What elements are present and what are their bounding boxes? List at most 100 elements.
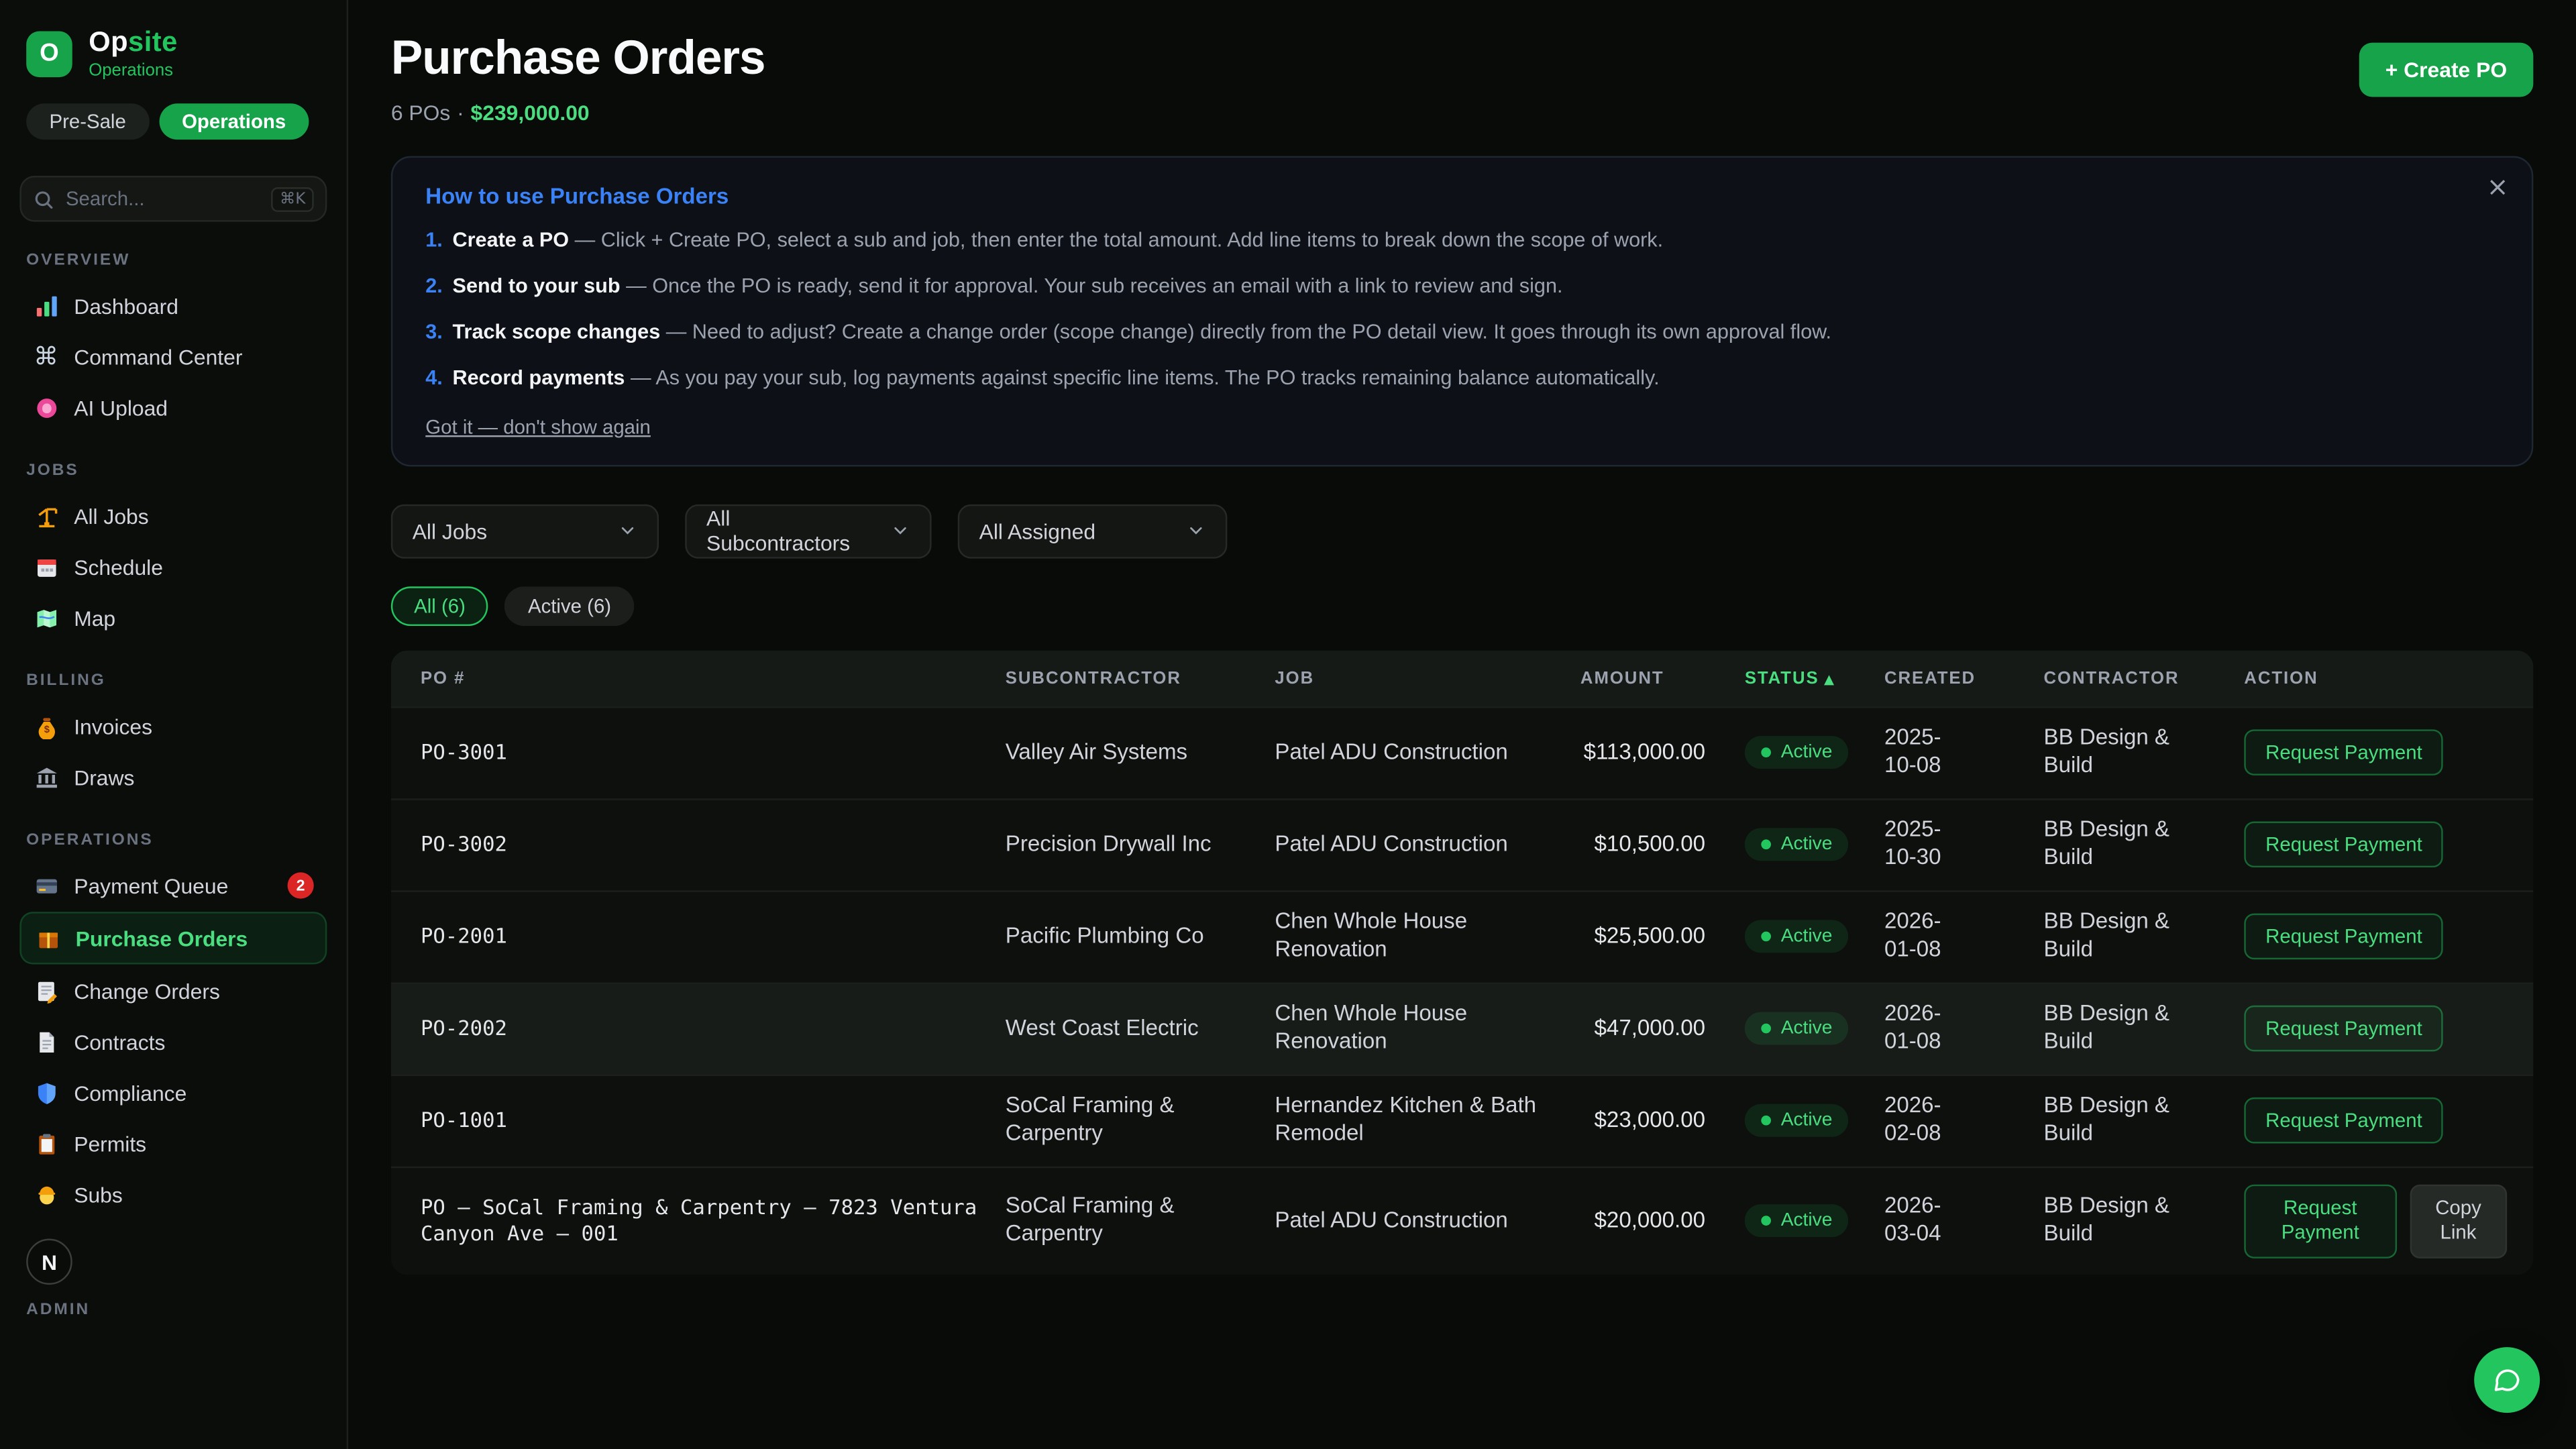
sidebar-item-compliance[interactable]: Compliance [19,1068,327,1117]
table-row[interactable]: PO-2001 Pacific Plumbing Co Chen Whole H… [391,890,2533,981]
column-header-subcontractor[interactable]: SUBCONTRACTOR [1006,668,1275,688]
job-cell: Chen Whole House Renovation [1275,909,1580,965]
section-label-overview: OVERVIEW [26,252,320,270]
subcontractor-cell: SoCal Framing & Carpentry [1006,1093,1275,1148]
shield-icon [33,1079,59,1106]
column-header-status[interactable]: STATUS▲ [1745,668,1884,688]
table-row[interactable]: PO-3002 Precision Drywall Inc Patel ADU … [391,798,2533,890]
banner-step-4: 4.Record payments — As you pay your sub,… [425,364,2499,393]
user-avatar[interactable]: N [26,1239,72,1285]
sidebar-item-permits[interactable]: Permits [19,1119,327,1168]
column-header-job[interactable]: JOB [1275,668,1580,688]
job-cell: Patel ADU Construction [1275,1207,1580,1234]
brand-name: Opsite [89,26,178,59]
request-payment-button[interactable]: Request Payment [2244,1006,2443,1052]
sort-asc-icon: ▲ [1824,671,1835,686]
po-total-amount: $239,000.00 [471,100,590,125]
sidebar-item-draws[interactable]: Draws [19,753,327,802]
sidebar-item-command-center[interactable]: ⌘ Command Center [19,332,327,381]
table-row[interactable]: PO-1001 SoCal Framing & Carpentry Hernan… [391,1073,2533,1165]
memo-pencil-icon [33,977,59,1004]
request-payment-button[interactable]: Request Payment [2244,914,2443,960]
job-cell: Chen Whole House Renovation [1275,1001,1580,1057]
job-cell: Patel ADU Construction [1275,830,1580,858]
calendar-icon [33,553,59,580]
chevron-down-icon [618,521,637,540]
subcontractor-cell: Valley Air Systems [1006,739,1275,766]
status-badge: Active [1745,1104,1849,1137]
table-row[interactable]: PO-3001 Valley Air Systems Patel ADU Con… [391,706,2533,798]
po-number: PO – SoCal Framing & Carpentry – 7823 Ve… [421,1195,1006,1247]
sidebar-item-purchase-orders[interactable]: Purchase Orders [19,912,327,964]
close-icon[interactable]: × [2487,174,2509,201]
subcontractors-filter-dropdown[interactable]: All Subcontractors [685,504,931,558]
section-label-billing: BILLING [26,672,320,690]
column-header-contractor[interactable]: CONTRACTOR [2044,668,2245,688]
status-badge: Active [1745,736,1849,769]
worker-icon [33,1181,59,1208]
sidebar-item-change-orders[interactable]: Change Orders [19,966,327,1015]
brand-subtitle: Operations [89,61,178,80]
request-payment-button[interactable]: Request Payment [2244,1183,2396,1258]
command-icon: ⌘ [33,343,59,370]
tab-pre-sale[interactable]: Pre-Sale [26,103,149,140]
sidebar-item-ai-upload[interactable]: AI Upload [19,383,327,432]
sidebar-item-schedule[interactable]: Schedule [19,542,327,591]
status-badge: Active [1745,1012,1849,1045]
copy-link-button[interactable]: Copy Link [2410,1183,2507,1258]
contractor-cell: BB Design & Build [2044,909,2245,965]
table-row[interactable]: PO – SoCal Framing & Carpentry – 7823 Ve… [391,1166,2533,1275]
created-cell: 2026-03-04 [1884,1193,1993,1248]
sidebar-item-payment-queue[interactable]: Payment Queue 2 [19,861,327,910]
created-cell: 2026-01-08 [1884,1001,1993,1057]
status-dot [1761,747,1771,757]
subcontractor-cell: West Coast Electric [1006,1014,1275,1042]
app-logo: O [26,30,72,76]
jobs-filter-dropdown[interactable]: All Jobs [391,504,659,558]
status-dot [1761,839,1771,849]
map-icon [33,604,59,631]
section-label-jobs: JOBS [26,462,320,480]
search-input[interactable] [66,187,260,210]
request-payment-button[interactable]: Request Payment [2244,821,2443,867]
created-cell: 2025-10-08 [1884,724,1993,780]
amount-cell: $23,000.00 [1580,1107,1745,1134]
create-po-button[interactable]: + Create PO [2359,43,2534,97]
sidebar-item-map[interactable]: Map [19,593,327,642]
chat-button[interactable] [2474,1347,2540,1413]
sidebar-item-all-jobs[interactable]: All Jobs [19,491,327,540]
column-header-amount[interactable]: AMOUNT [1580,668,1745,688]
section-label-operations: OPERATIONS [26,831,320,849]
sidebar-item-subs[interactable]: Subs [19,1170,327,1219]
banner-step-2: 2.Send to your sub — Once the PO is read… [425,271,2499,301]
sidebar: O Opsite Operations Pre-Sale Operations … [0,0,348,1449]
chip-active[interactable]: Active (6) [505,586,635,625]
assigned-filter-dropdown[interactable]: All Assigned [958,504,1228,558]
column-header-po[interactable]: PO # [421,668,1006,688]
subcontractor-cell: SoCal Framing & Carpentry [1006,1193,1275,1248]
subcontractor-cell: Precision Drywall Inc [1006,830,1275,858]
amount-cell: $113,000.00 [1580,739,1745,766]
amount-cell: $47,000.00 [1580,1014,1745,1042]
po-number: PO-3001 [421,740,1006,765]
package-icon [34,925,60,951]
sidebar-item-dashboard[interactable]: Dashboard [19,281,327,330]
request-payment-button[interactable]: Request Payment [2244,729,2443,775]
subcontractor-cell: Pacific Plumbing Co [1006,922,1275,950]
chat-bubble-icon [2492,1365,2522,1395]
sidebar-item-invoices[interactable]: $ Invoices [19,702,327,751]
dismiss-banner-link[interactable]: Got it — don't show again [425,415,651,437]
filter-bar: All Jobs All Subcontractors All Assigned [391,504,2533,558]
logo-letter: O [40,40,59,68]
tab-operations[interactable]: Operations [159,103,309,140]
po-table: PO # SUBCONTRACTOR JOB AMOUNT STATUS▲ CR… [391,650,2533,1275]
document-icon [33,1028,59,1055]
table-row[interactable]: PO-2002 West Coast Electric Chen Whole H… [391,981,2533,1073]
sidebar-item-contracts[interactable]: Contracts [19,1017,327,1066]
chevron-down-icon [890,521,910,540]
column-header-created[interactable]: CREATED [1884,668,2044,688]
contractor-cell: BB Design & Build [2044,1093,2245,1148]
chip-all[interactable]: All (6) [391,586,488,625]
search-box[interactable]: ⌘K [19,176,327,222]
request-payment-button[interactable]: Request Payment [2244,1097,2443,1144]
